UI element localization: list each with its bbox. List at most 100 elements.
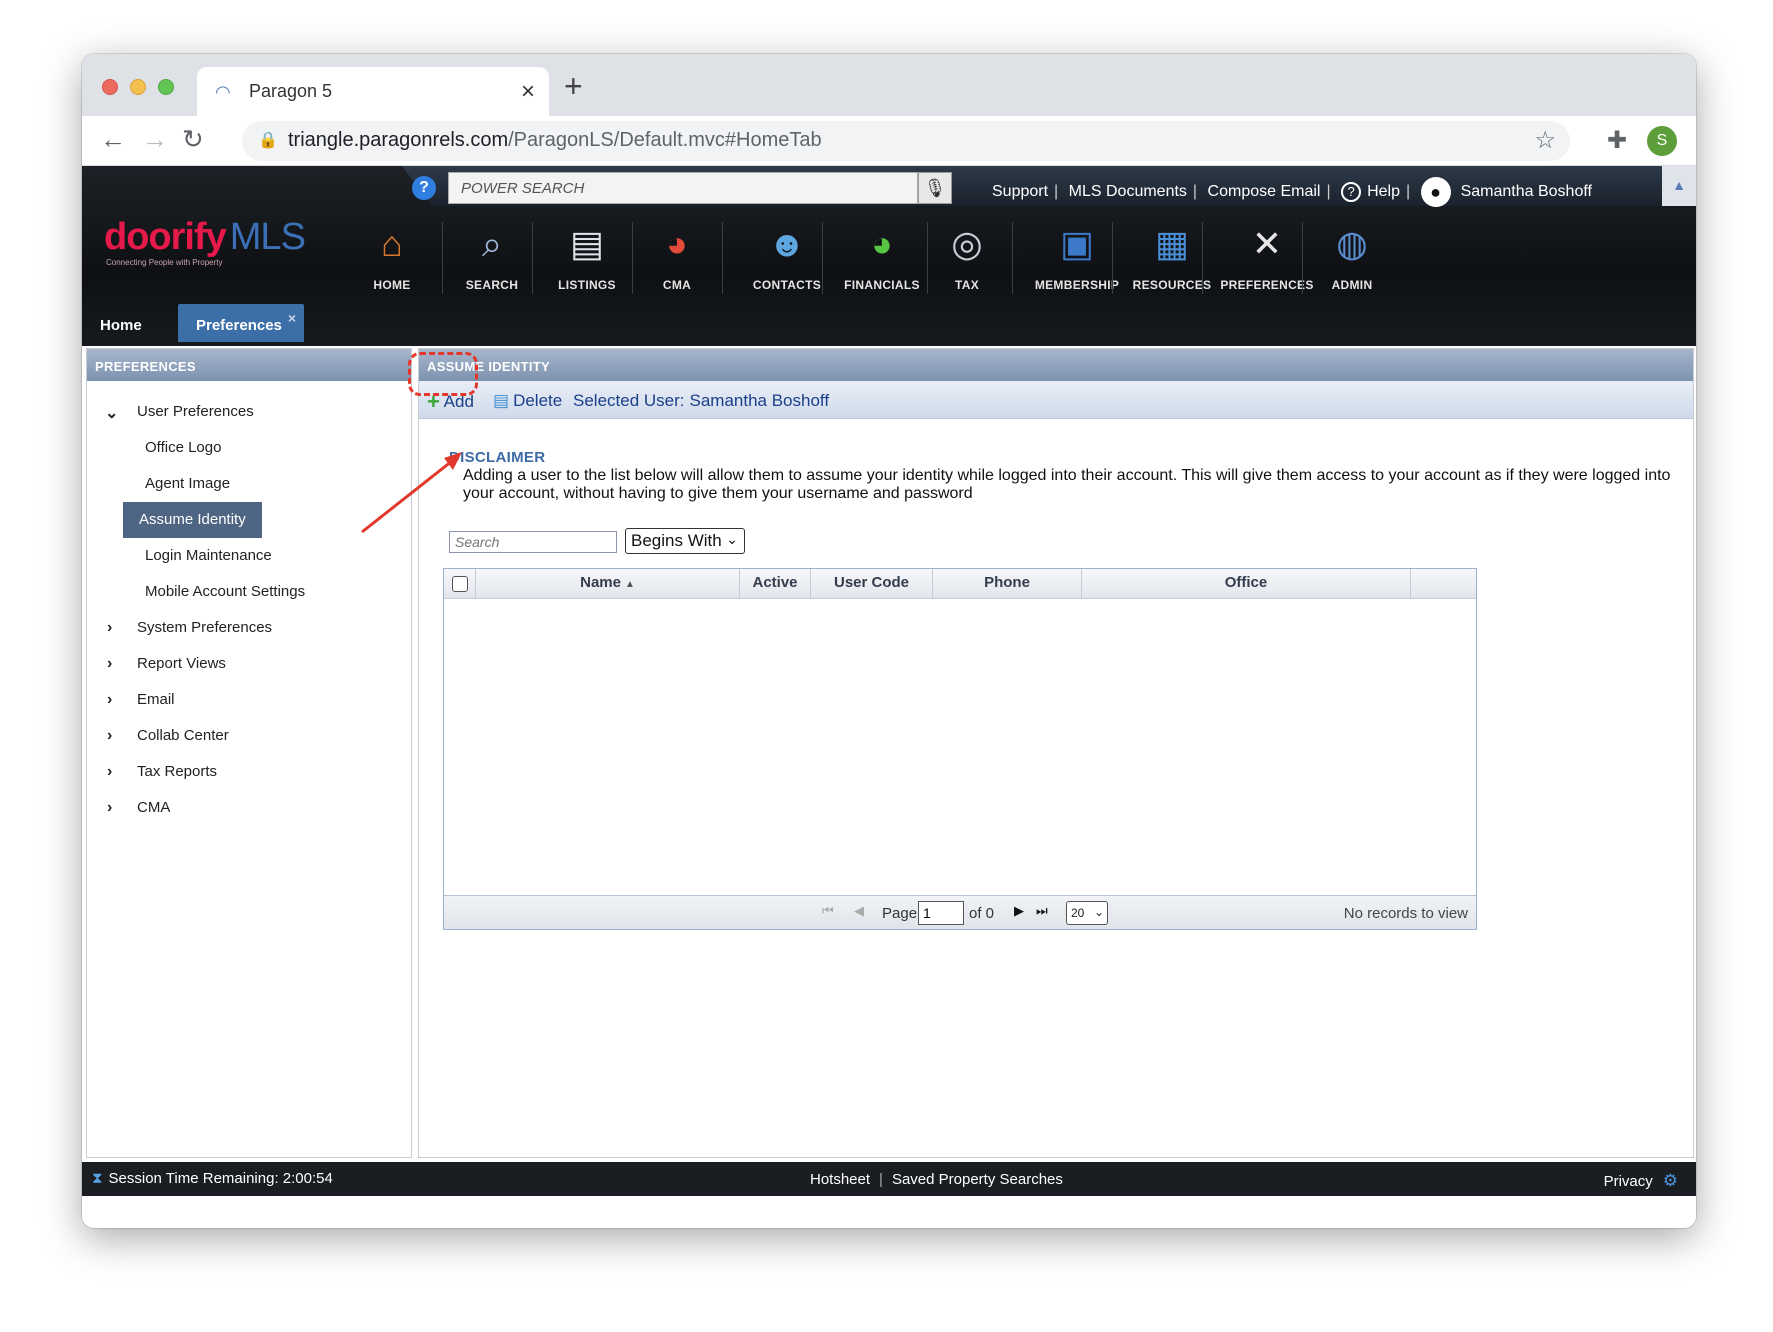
module-home[interactable]: ⌂ HOME	[352, 218, 432, 308]
module-financials[interactable]: ◕ FINANCIALS	[832, 218, 932, 308]
collapse-header-button[interactable]: ▲	[1662, 166, 1696, 206]
module-membership[interactable]: ▣ MEMBERSHIP	[1022, 218, 1132, 308]
module-resources[interactable]: ▦ RESOURCES	[1122, 218, 1222, 308]
assume-identity-toolbar: + Add ▤ Delete Selected User: Samantha Bos…	[419, 381, 1693, 419]
privacy-link[interactable]: Privacy	[1604, 1173, 1653, 1190]
tree-assume-identity[interactable]: Assume Identity	[123, 502, 262, 538]
separator: |	[879, 1171, 883, 1188]
paragon-favicon-icon: ◠	[215, 82, 231, 102]
search-mode-select[interactable]: Begins With ⌄	[625, 528, 745, 554]
page-size-value: 20	[1071, 906, 1085, 920]
module-label: PREFERENCES	[1220, 278, 1314, 292]
tree-email[interactable]: Email	[137, 691, 175, 708]
delete-button[interactable]: ▤ Delete	[493, 391, 562, 411]
preferences-panel-title: PREFERENCES	[87, 349, 411, 381]
browser-menu-icon[interactable]: ⋮	[1689, 123, 1696, 154]
people-icon: ☻	[768, 223, 806, 264]
chevron-right-icon[interactable]: ›	[107, 763, 112, 781]
tree-system-preferences[interactable]: System Preferences	[137, 619, 272, 636]
support-link[interactable]: Support	[992, 183, 1048, 200]
new-tab-button[interactable]: +	[564, 68, 583, 105]
tree-login-maintenance[interactable]: Login Maintenance	[145, 547, 272, 564]
close-tab-icon[interactable]: ×	[521, 78, 535, 106]
power-search-input[interactable]: POWER SEARCH	[448, 172, 918, 204]
compose-email-link[interactable]: Compose Email	[1208, 183, 1321, 200]
address-bar[interactable]: 🔒 triangle.paragonrels.com/ParagonLS/Def…	[242, 121, 1570, 161]
close-tab-icon[interactable]: ×	[288, 310, 296, 326]
hotsheet-link[interactable]: Hotsheet	[810, 1171, 870, 1188]
user-avatar-icon[interactable]: ●	[1420, 177, 1451, 207]
profile-avatar[interactable]: S	[1647, 126, 1677, 156]
tree-mobile-account-settings[interactable]: Mobile Account Settings	[145, 583, 305, 600]
first-page-icon[interactable]: ⏮	[822, 903, 834, 919]
delete-icon: ▤	[493, 391, 510, 410]
module-search[interactable]: ⌕ SEARCH	[452, 218, 532, 308]
column-office[interactable]: Office	[1082, 569, 1411, 599]
tab-home[interactable]: Home	[82, 304, 162, 342]
extensions-puzzle-icon[interactable]: ✚	[1607, 126, 1627, 155]
house-icon: ⌂	[381, 223, 403, 264]
bookmark-star-icon[interactable]: ☆	[1534, 126, 1556, 155]
tree-agent-image[interactable]: Agent Image	[145, 475, 230, 492]
chevron-right-icon[interactable]: ›	[107, 691, 112, 709]
url-path: /ParagonLS/Default.mvc#HomeTab	[508, 129, 822, 151]
separator: |	[1326, 183, 1331, 201]
column-user-code[interactable]: User Code	[811, 569, 933, 599]
selected-user-name: Samantha Boshoff	[689, 391, 830, 410]
chevron-right-icon[interactable]: ›	[107, 799, 112, 817]
page-number-input[interactable]	[918, 901, 964, 925]
chevron-right-icon[interactable]: ›	[107, 655, 112, 673]
microphone-icon[interactable]: 🎙	[918, 172, 952, 204]
gear-icon[interactable]: ⚙	[1663, 1171, 1678, 1190]
tree-collab-center[interactable]: Collab Center	[137, 727, 229, 744]
doorify-mls-logo[interactable]: doorify MLS	[104, 216, 306, 259]
forward-arrow-icon[interactable]: →	[142, 124, 168, 155]
next-page-icon[interactable]: ▶	[1014, 903, 1024, 919]
chevron-down-icon[interactable]: ⌄	[105, 403, 118, 423]
minimize-window-button[interactable]	[130, 79, 146, 95]
reload-icon[interactable]: ↻	[182, 124, 204, 155]
module-preferences[interactable]: ✕ PREFERENCES	[1212, 218, 1322, 308]
grid-select-all-cell	[444, 569, 476, 599]
chevron-right-icon[interactable]: ›	[107, 727, 112, 745]
tab-preferences[interactable]: Preferences ×	[178, 304, 304, 342]
tab-title: Paragon 5	[249, 81, 333, 101]
mls-documents-link[interactable]: MLS Documents	[1069, 183, 1187, 200]
last-page-icon[interactable]: ⏭	[1036, 903, 1048, 919]
tree-office-logo[interactable]: Office Logo	[145, 439, 221, 456]
module-listings[interactable]: ▤ LISTINGS	[542, 218, 632, 308]
module-separator	[442, 222, 443, 294]
search-input[interactable]	[449, 531, 617, 553]
module-separator	[1202, 222, 1203, 294]
module-label: CMA	[662, 278, 692, 292]
column-phone[interactable]: Phone	[933, 569, 1082, 599]
tree-cma[interactable]: CMA	[137, 799, 170, 816]
page-size-select[interactable]: 20 ⌄	[1066, 901, 1108, 925]
browser-tab[interactable]: ◠ Paragon 5 ×	[197, 67, 549, 116]
module-admin[interactable]: ◍ ADMIN	[1312, 218, 1392, 308]
module-contacts[interactable]: ☻ CONTACTS	[732, 218, 842, 308]
chevron-down-icon: ⌄	[726, 531, 738, 547]
module-cma[interactable]: ◕ CMA	[642, 218, 712, 308]
close-window-button[interactable]	[102, 79, 118, 95]
back-arrow-icon[interactable]: ←	[100, 124, 126, 155]
saved-searches-link[interactable]: Saved Property Searches	[892, 1171, 1063, 1188]
module-tax[interactable]: ◎ TAX	[937, 218, 997, 308]
tree-user-preferences[interactable]: User Preferences	[137, 403, 254, 420]
user-name[interactable]: Samantha Boshoff	[1461, 183, 1592, 200]
column-active[interactable]: Active	[740, 569, 811, 599]
selected-user-label: Selected User:	[573, 391, 685, 410]
help-link[interactable]: Help	[1367, 183, 1400, 200]
column-name[interactable]: Name ▲	[476, 569, 740, 599]
tree-report-views[interactable]: Report Views	[137, 655, 226, 672]
status-links: Hotsheet | Saved Property Searches	[810, 1171, 1063, 1188]
select-all-checkbox[interactable]	[452, 576, 468, 592]
maximize-window-button[interactable]	[158, 79, 174, 95]
paragon-app: ? POWER SEARCH 🎙 Support | MLS Documents |…	[82, 166, 1696, 1228]
separator: |	[1054, 183, 1059, 201]
search-help-icon[interactable]: ?	[412, 176, 436, 200]
chevron-right-icon[interactable]: ›	[107, 619, 112, 637]
previous-page-icon[interactable]: ◀	[854, 903, 864, 919]
tree-tax-reports[interactable]: Tax Reports	[137, 763, 217, 780]
help-icon[interactable]: ?	[1341, 182, 1362, 203]
